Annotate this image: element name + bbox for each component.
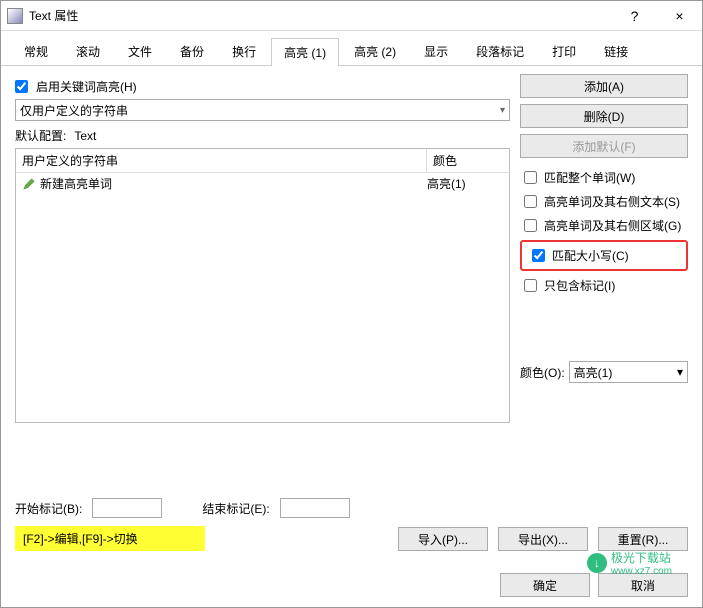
- color-select-value: 高亮(1): [574, 364, 613, 381]
- opt-whole-word-label: 匹配整个单词(W): [544, 169, 635, 186]
- mode-select[interactable]: 仅用户定义的字符串 ▾: [15, 99, 510, 121]
- watermark-line1: 极光下载站: [611, 549, 672, 566]
- opt-tags-only-input[interactable]: [524, 279, 537, 292]
- export-button[interactable]: 导出(X)...: [498, 527, 588, 551]
- chevron-down-icon: ▾: [500, 105, 505, 116]
- titlebar: Text 属性 ? ×: [1, 1, 702, 31]
- download-icon: ↓: [587, 553, 607, 573]
- opt-whole-word[interactable]: 匹配整个单词(W): [520, 168, 688, 187]
- pencil-icon: [22, 177, 36, 191]
- reset-button[interactable]: 重置(R)...: [598, 527, 688, 551]
- color-select[interactable]: 高亮(1) ▾: [569, 361, 688, 383]
- opt-right-region[interactable]: 高亮单词及其右侧区域(G): [520, 216, 688, 235]
- app-icon: [7, 8, 23, 24]
- tab-file[interactable]: 文件: [115, 37, 165, 65]
- start-marker-label: 开始标记(B):: [15, 500, 82, 517]
- tab-highlight-1[interactable]: 高亮 (1): [271, 38, 339, 66]
- default-config-value: Text: [74, 129, 96, 143]
- list-header-col2[interactable]: 颜色: [427, 149, 509, 172]
- import-button[interactable]: 导入(P)...: [398, 527, 488, 551]
- ok-button[interactable]: 确定: [500, 573, 590, 597]
- list-item[interactable]: 新建高亮单词 高亮(1): [16, 173, 509, 194]
- close-button[interactable]: ×: [657, 2, 702, 30]
- list-item-color: 高亮(1): [427, 175, 503, 192]
- default-config-label: 默认配置:: [15, 127, 66, 144]
- tab-link[interactable]: 链接: [591, 37, 641, 65]
- mode-select-value: 仅用户定义的字符串: [20, 102, 128, 119]
- start-marker-input[interactable]: [92, 498, 162, 518]
- cancel-button[interactable]: 取消: [598, 573, 688, 597]
- opt-tags-only-label: 只包含标记(I): [544, 277, 615, 294]
- add-button[interactable]: 添加(A): [520, 74, 688, 98]
- list-item-text: 新建高亮单词: [40, 175, 427, 192]
- dialog-window: Text 属性 ? × 常规 滚动 文件 备份 换行 高亮 (1) 高亮 (2)…: [0, 0, 703, 608]
- opt-match-case-label: 匹配大小写(C): [552, 247, 629, 264]
- tab-bar: 常规 滚动 文件 备份 换行 高亮 (1) 高亮 (2) 显示 段落标记 打印 …: [1, 31, 702, 66]
- opt-whole-word-input[interactable]: [524, 171, 537, 184]
- tab-scroll[interactable]: 滚动: [63, 37, 113, 65]
- tab-display[interactable]: 显示: [411, 37, 461, 65]
- end-marker-input[interactable]: [280, 498, 350, 518]
- tab-general[interactable]: 常规: [11, 37, 61, 65]
- tab-highlight-2[interactable]: 高亮 (2): [341, 37, 409, 65]
- tab-wrap[interactable]: 换行: [219, 37, 269, 65]
- list-header: 用户定义的字符串 颜色: [15, 148, 510, 173]
- enable-highlight-input[interactable]: [15, 80, 28, 93]
- opt-right-region-input[interactable]: [524, 219, 537, 232]
- footer-buttons: 确定 取消: [500, 573, 688, 597]
- delete-button[interactable]: 删除(D): [520, 104, 688, 128]
- list-header-col1[interactable]: 用户定义的字符串: [16, 149, 427, 172]
- opt-right-text-input[interactable]: [524, 195, 537, 208]
- enable-highlight-checkbox[interactable]: 启用关键词高亮(H): [15, 78, 510, 95]
- tab-print[interactable]: 打印: [539, 37, 589, 65]
- color-select-row: 颜色(O): 高亮(1) ▾: [520, 361, 688, 383]
- chevron-down-icon: ▾: [677, 365, 683, 379]
- bottom-button-row: 导入(P)... 导出(X)... 重置(R)...: [398, 527, 688, 551]
- opt-right-text[interactable]: 高亮单词及其右侧文本(S): [520, 192, 688, 211]
- content-area: 启用关键词高亮(H) 仅用户定义的字符串 ▾ 默认配置: Text 用户定义的字…: [1, 66, 702, 431]
- shortcut-hint: [F2]->编辑,[F9]->切换: [15, 526, 205, 551]
- help-button[interactable]: ?: [612, 2, 657, 30]
- opt-right-region-label: 高亮单词及其右侧区域(G): [544, 217, 681, 234]
- end-marker-label: 结束标记(E):: [202, 500, 269, 517]
- tab-backup[interactable]: 备份: [167, 37, 217, 65]
- opt-match-case-input[interactable]: [532, 249, 545, 262]
- opt-tags-only[interactable]: 只包含标记(I): [520, 276, 688, 295]
- enable-highlight-label: 启用关键词高亮(H): [36, 78, 137, 95]
- color-select-label: 颜色(O):: [520, 364, 565, 381]
- window-title: Text 属性: [29, 7, 612, 24]
- add-default-button[interactable]: 添加默认(F): [520, 134, 688, 158]
- tab-paragraph[interactable]: 段落标记: [463, 37, 537, 65]
- highlight-list[interactable]: 新建高亮单词 高亮(1): [15, 173, 510, 423]
- opt-right-text-label: 高亮单词及其右侧文本(S): [544, 193, 680, 210]
- options-group: 匹配整个单词(W) 高亮单词及其右侧文本(S) 高亮单词及其右侧区域(G) 匹配…: [520, 168, 688, 295]
- opt-match-case[interactable]: 匹配大小写(C): [520, 240, 688, 271]
